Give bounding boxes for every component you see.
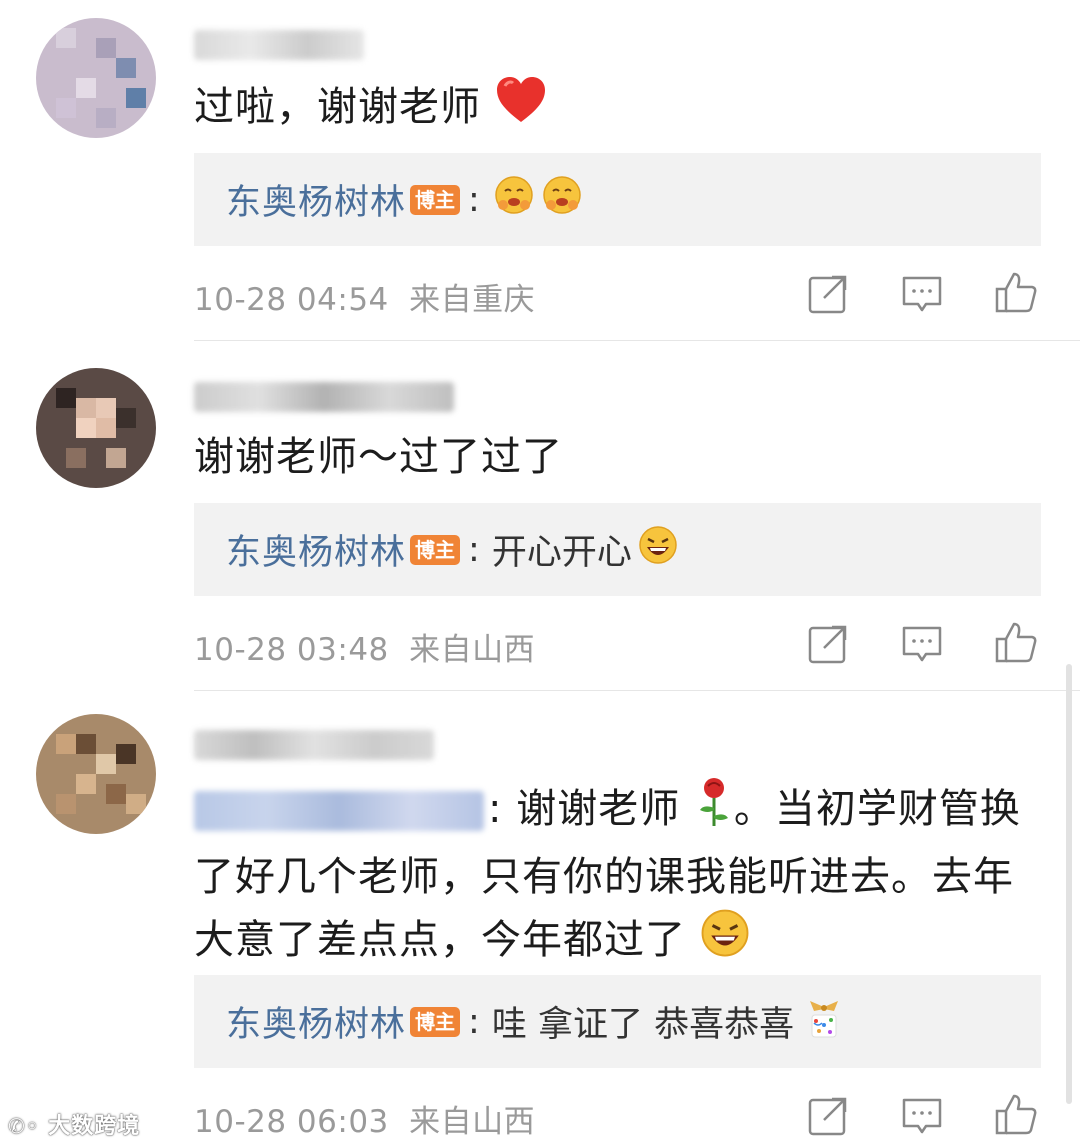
comment-icon[interactable] <box>900 622 944 666</box>
username-blurred[interactable] <box>194 30 364 60</box>
share-icon[interactable] <box>806 272 850 316</box>
avatar[interactable] <box>36 368 156 488</box>
reply-separator: : <box>468 1001 480 1042</box>
location: 来自重庆 <box>409 282 536 318</box>
comment-meta: 10-28 06:03 来自山西 <box>194 1096 535 1141</box>
author-reply[interactable]: 东奥杨树林 博主 : <box>194 153 1041 246</box>
red-heart-emoji <box>495 76 547 142</box>
scrollbar[interactable] <box>1066 664 1072 1104</box>
avatar[interactable] <box>36 18 156 138</box>
location: 来自山西 <box>409 632 536 668</box>
reply-author[interactable]: 东奥杨树林 <box>226 996 406 1047</box>
blogger-badge: 博主 <box>410 1006 461 1037</box>
comment-text: 过啦，谢谢老师 <box>194 76 1054 142</box>
laughing-emoji <box>638 525 678 574</box>
watermark-logo-icon: ✆◦ <box>8 1114 40 1138</box>
author-reply[interactable]: 东奥杨树林 博主 : 哇 拿证了 恭喜恭喜 <box>194 975 1041 1068</box>
reply-separator: : <box>468 529 480 570</box>
like-icon[interactable] <box>994 1092 1038 1136</box>
reply-author[interactable]: 东奥杨树林 <box>226 174 406 225</box>
location: 来自山西 <box>409 1104 536 1140</box>
timestamp: 10-28 06:03 <box>194 1104 389 1140</box>
like-icon[interactable] <box>994 620 1038 664</box>
timestamp: 10-28 03:48 <box>194 632 389 668</box>
laughing-emoji <box>700 908 750 976</box>
timestamp: 10-28 04:54 <box>194 282 389 318</box>
comment-meta: 10-28 03:48 来自山西 <box>194 624 535 669</box>
reply-separator: : <box>468 179 480 220</box>
comment-icon[interactable] <box>900 272 944 316</box>
mention-blurred[interactable] <box>194 791 484 831</box>
reply-text: 开心开心 <box>491 533 632 573</box>
author-reply[interactable]: 东奥杨树林 博主 : 开心开心 <box>194 503 1041 596</box>
comment-icon[interactable] <box>900 1094 944 1138</box>
blogger-badge: 博主 <box>410 184 461 215</box>
divider <box>194 340 1080 341</box>
blogger-badge: 博主 <box>410 534 461 565</box>
share-icon[interactable] <box>806 622 850 666</box>
comment-text: : 谢谢老师 。当初学财管换 了好几个老师，只有你的课我能听进去。去年 大意了差… <box>194 776 1054 976</box>
hug-emoji <box>494 175 534 224</box>
rose-emoji <box>694 776 734 846</box>
share-icon[interactable] <box>806 1094 850 1138</box>
reply-text: 哇 拿证了 恭喜恭喜 <box>491 1005 795 1045</box>
comment-meta: 10-28 04:54 来自重庆 <box>194 274 535 319</box>
watermark: ✆◦ 大数跨境 <box>8 1114 141 1139</box>
username-blurred[interactable] <box>194 382 454 412</box>
username-blurred[interactable] <box>194 730 434 760</box>
divider <box>194 690 1080 691</box>
like-icon[interactable] <box>994 270 1038 314</box>
reply-author[interactable]: 东奥杨树林 <box>226 524 406 575</box>
hug-emoji <box>542 175 582 224</box>
confetti-emoji <box>800 993 848 1050</box>
avatar[interactable] <box>36 714 156 834</box>
comment-text: 谢谢老师～过了过了 <box>194 434 563 480</box>
